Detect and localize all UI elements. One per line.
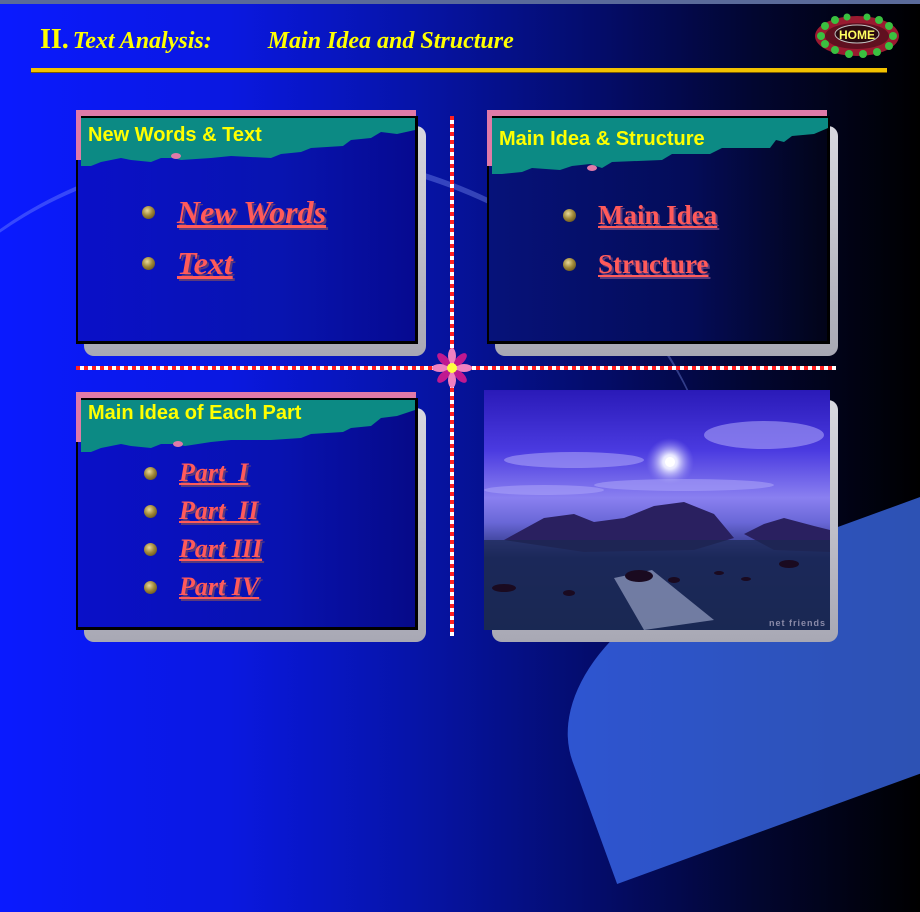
panel-accent-bar	[76, 110, 416, 116]
list-item: Part III	[144, 534, 262, 564]
seascape-image: net friends	[484, 390, 830, 630]
list-item: Text	[142, 245, 326, 282]
bullet-icon	[142, 257, 155, 270]
list-item: Part IV	[144, 572, 262, 602]
home-button[interactable]: HOME	[813, 12, 901, 58]
link-part-4[interactable]: Part IV	[179, 572, 259, 602]
link-part-3[interactable]: Part III	[179, 534, 262, 564]
list-item: Main Idea	[563, 200, 717, 231]
bullet-icon	[563, 209, 576, 222]
panel-heading: Main Idea of Each Part	[88, 402, 302, 424]
link-list: Part I Part II Part III Part IV	[144, 458, 262, 602]
slide-subtitle: Main Idea and Structure	[267, 28, 514, 54]
list-item: Structure	[563, 249, 717, 280]
top-edge	[0, 0, 920, 4]
home-label: HOME	[839, 28, 875, 42]
list-item: New Words	[142, 194, 326, 231]
link-list: New Words Text	[142, 194, 326, 282]
seascape-illustration	[484, 421, 830, 630]
link-text[interactable]: Text	[177, 245, 233, 282]
flower-icon	[432, 348, 472, 388]
panel-accent-bar	[487, 110, 827, 116]
bullet-icon	[144, 580, 157, 594]
panel-main-idea-each-part: Main Idea of Each Part Part I Part II Pa…	[76, 392, 426, 642]
image-watermark: net friends	[768, 618, 826, 628]
panel-main-idea-structure: Main Idea & Structure Main Idea Structur…	[487, 110, 838, 356]
bullet-icon	[142, 206, 155, 219]
link-new-words[interactable]: New Words	[177, 194, 326, 231]
panel-heading: New Words & Text	[88, 124, 262, 146]
list-item: Part II	[144, 496, 262, 526]
link-part-2[interactable]: Part II	[179, 496, 258, 526]
panel-accent-bar	[76, 392, 416, 398]
link-structure[interactable]: Structure	[598, 249, 708, 280]
bullet-icon	[144, 542, 157, 556]
list-item: Part I	[144, 458, 262, 488]
link-part-1[interactable]: Part I	[179, 458, 248, 488]
slide-title: II. Text Analysis: Main Idea and Structu…	[40, 24, 514, 56]
section-number: II.	[40, 24, 69, 55]
bullet-icon	[144, 504, 157, 518]
link-main-idea[interactable]: Main Idea	[598, 200, 717, 231]
title-underline	[31, 68, 887, 72]
panel-heading: Main Idea & Structure	[499, 128, 705, 150]
bullet-icon	[563, 258, 576, 271]
bullet-icon	[144, 466, 157, 480]
link-list: Main Idea Structure	[563, 200, 717, 280]
section-title: Text Analysis:	[72, 28, 212, 54]
panel-new-words-text: New Words & Text New Words Text	[76, 110, 426, 356]
